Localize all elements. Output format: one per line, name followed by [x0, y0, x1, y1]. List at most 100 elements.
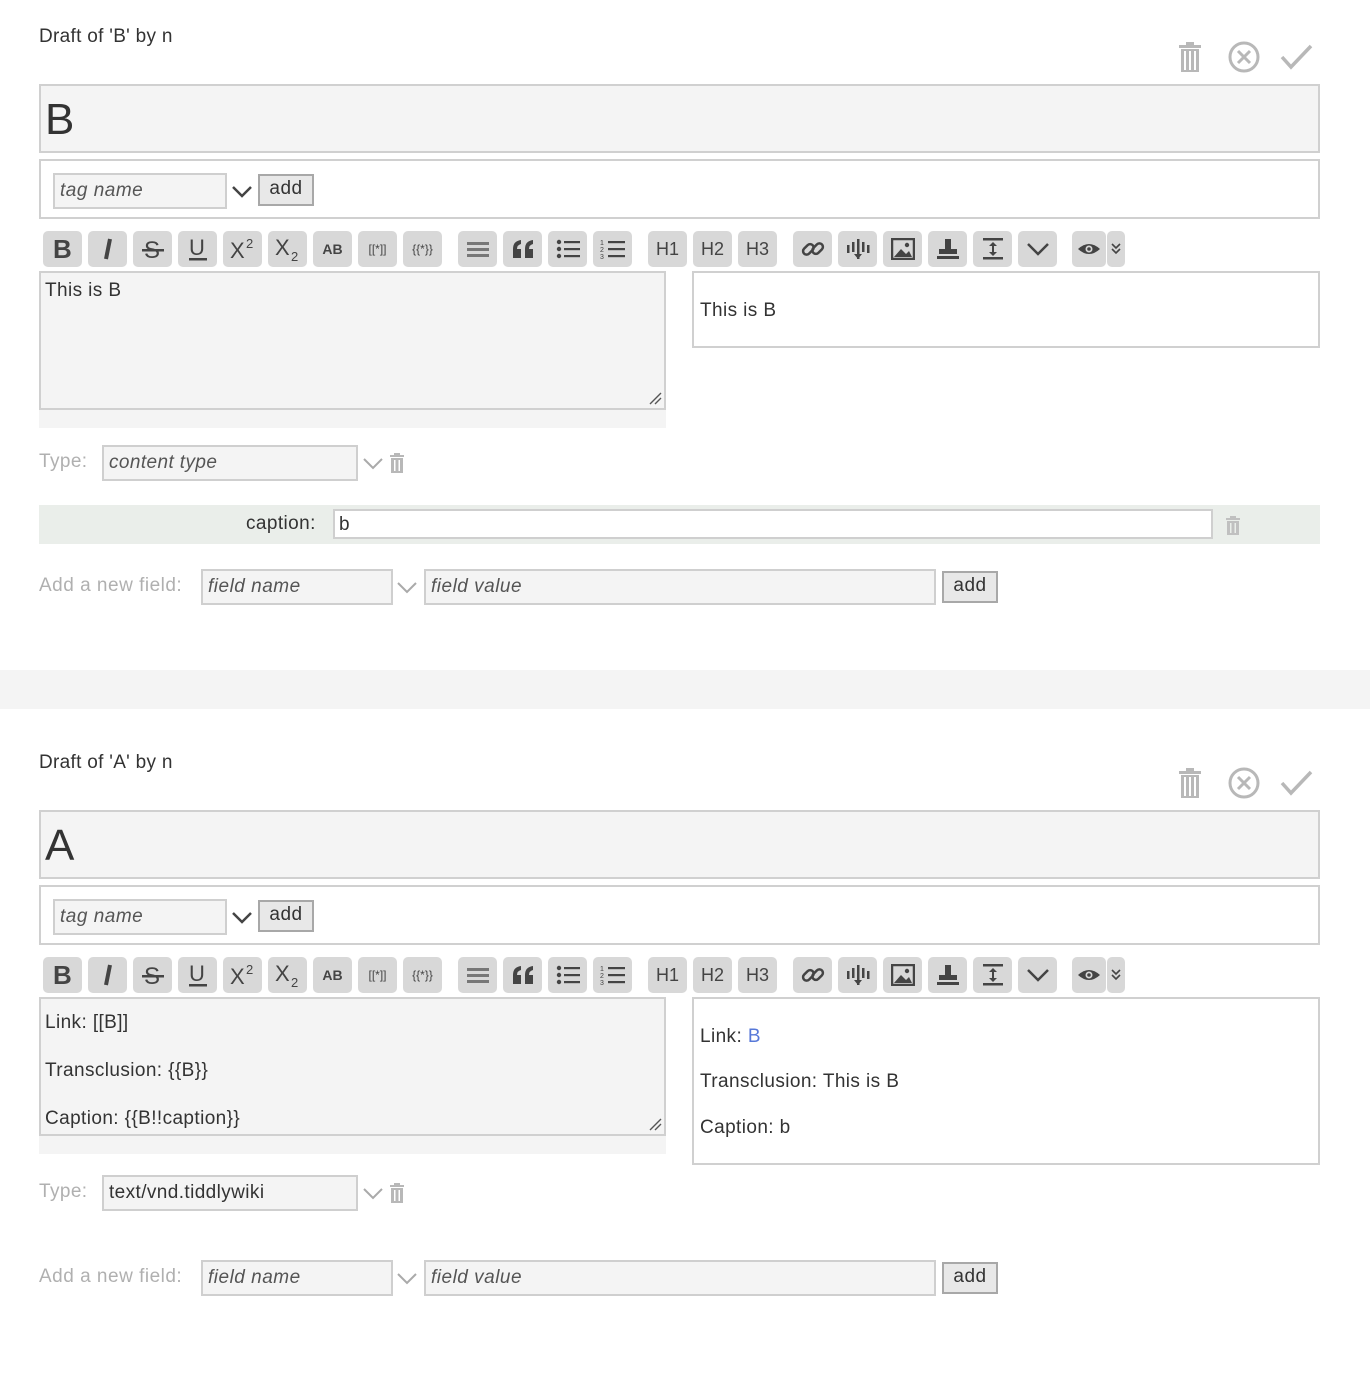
transclude-button[interactable]: {{*}} — [403, 231, 442, 267]
italic-button[interactable] — [88, 957, 127, 993]
title-input[interactable]: A — [39, 810, 1320, 879]
monospaced-block-button[interactable] — [458, 231, 497, 267]
strikethrough-button[interactable]: S — [133, 957, 172, 993]
italic-icon — [103, 964, 112, 986]
resize-handle-icon[interactable] — [648, 391, 662, 405]
size-button[interactable] — [973, 231, 1012, 267]
more-button[interactable] — [1018, 231, 1057, 267]
excise-button[interactable] — [838, 231, 877, 267]
cancel-edit-button[interactable] — [1227, 766, 1261, 800]
subscript-button[interactable]: X2 — [268, 231, 307, 267]
editor-footer — [39, 410, 666, 428]
italic-button[interactable] — [88, 231, 127, 267]
quote-button[interactable] — [503, 957, 542, 993]
tag-name-input[interactable]: tag name — [53, 899, 227, 935]
heading-2-label: H2 — [700, 238, 724, 259]
bold-button[interactable]: B — [43, 957, 82, 993]
bold-button[interactable]: B — [43, 231, 82, 267]
cancel-edit-button[interactable] — [1227, 40, 1261, 74]
excise-icon — [846, 239, 869, 259]
tag-dropdown-button[interactable] — [230, 179, 254, 203]
chevron-down-icon — [1026, 969, 1049, 982]
smallcaps-button[interactable]: AB — [313, 957, 352, 993]
type-dropdown-button[interactable] — [361, 451, 385, 475]
new-field-name-input[interactable]: field name — [201, 569, 393, 605]
chevron-down-icon — [397, 1273, 417, 1285]
add-field-button[interactable]: add — [942, 1262, 998, 1294]
numbered-list-button[interactable]: 123 — [593, 957, 632, 993]
transclude-button[interactable]: {{*}} — [403, 957, 442, 993]
resize-handle-icon[interactable] — [648, 1117, 662, 1131]
tag-dropdown-button[interactable] — [230, 905, 254, 929]
preview-button[interactable] — [1072, 957, 1106, 993]
tag-name-input[interactable]: tag name — [53, 173, 227, 209]
clear-type-button[interactable] — [388, 1182, 406, 1204]
new-field-value-input[interactable]: field value — [424, 569, 936, 605]
wikilink-button[interactable]: [[*]] — [358, 231, 397, 267]
save-edit-button[interactable] — [1279, 766, 1313, 800]
quote-button[interactable] — [503, 231, 542, 267]
bulleted-list-button[interactable] — [548, 231, 587, 267]
field-value-input[interactable]: b — [333, 509, 1213, 539]
new-field-name-input[interactable]: field name — [201, 1260, 393, 1296]
heading-1-button[interactable]: H1 — [648, 231, 687, 267]
picture-button[interactable] — [883, 957, 922, 993]
underline-button[interactable]: U — [178, 957, 217, 993]
add-field-button[interactable]: add — [942, 571, 998, 603]
preview-link-b[interactable]: B — [748, 1026, 761, 1047]
add-tag-button[interactable]: add — [258, 900, 314, 932]
double-chevron-down-icon — [1111, 969, 1121, 981]
content-type-input[interactable]: text/vnd.tiddlywiki — [102, 1175, 358, 1211]
smallcaps-button[interactable]: AB — [313, 231, 352, 267]
save-edit-button[interactable] — [1279, 40, 1313, 74]
delete-tiddler-button[interactable] — [1173, 40, 1207, 74]
heading-3-button[interactable]: H3 — [738, 957, 777, 993]
new-field-value-input[interactable]: field value — [424, 1260, 936, 1296]
preview-type-button[interactable] — [1107, 957, 1125, 993]
underline-icon: U — [188, 962, 207, 987]
numbered-list-button[interactable]: 123 — [593, 231, 632, 267]
underline-button[interactable]: U — [178, 231, 217, 267]
strikethrough-button[interactable]: S — [133, 231, 172, 267]
link-icon — [801, 968, 824, 982]
stamp-button[interactable] — [928, 231, 967, 267]
clear-type-button[interactable] — [388, 452, 406, 474]
field-name-dropdown-button[interactable] — [395, 1266, 419, 1290]
bulleted-list-button[interactable] — [548, 957, 587, 993]
excise-button[interactable] — [838, 957, 877, 993]
monospaced-block-button[interactable] — [458, 957, 497, 993]
editor-footer — [39, 1136, 666, 1154]
more-button[interactable] — [1018, 957, 1057, 993]
subscript-button[interactable]: X2 — [268, 957, 307, 993]
superscript-button[interactable]: X2 — [223, 957, 262, 993]
title-input[interactable]: B — [39, 84, 1320, 153]
superscript-button[interactable]: X2 — [223, 231, 262, 267]
svg-text:U: U — [189, 236, 205, 260]
content-type-input[interactable]: content type — [102, 445, 358, 481]
heading-2-button[interactable]: H2 — [693, 231, 732, 267]
delete-tiddler-button[interactable] — [1173, 766, 1207, 800]
bulleted-list-icon — [556, 965, 580, 985]
heading-2-button[interactable]: H2 — [693, 957, 732, 993]
stamp-button[interactable] — [928, 957, 967, 993]
text-editor[interactable]: Link: [[B]] Transclusion: {{B}} Caption:… — [39, 997, 666, 1136]
preview-button[interactable] — [1072, 231, 1106, 267]
size-button[interactable] — [973, 957, 1012, 993]
wikilink-button[interactable]: [[*]] — [358, 957, 397, 993]
link-button[interactable] — [793, 231, 832, 267]
preview-type-button[interactable] — [1107, 231, 1125, 267]
delete-field-button[interactable] — [1225, 515, 1241, 536]
add-tag-button[interactable]: add — [258, 174, 314, 206]
underline-icon: U — [188, 236, 207, 261]
picture-button[interactable] — [883, 231, 922, 267]
text-editor[interactable]: This is B — [39, 271, 666, 410]
quote-icon — [512, 240, 533, 258]
link-button[interactable] — [793, 957, 832, 993]
type-dropdown-button[interactable] — [361, 1181, 385, 1205]
heading-3-button[interactable]: H3 — [738, 231, 777, 267]
heading-1-button[interactable]: H1 — [648, 957, 687, 993]
double-chevron-down-icon — [1111, 243, 1121, 255]
field-name-dropdown-button[interactable] — [395, 575, 419, 599]
preview-caption-line: Caption: b — [700, 1117, 791, 1138]
superscript-icon: X2 — [230, 237, 253, 261]
